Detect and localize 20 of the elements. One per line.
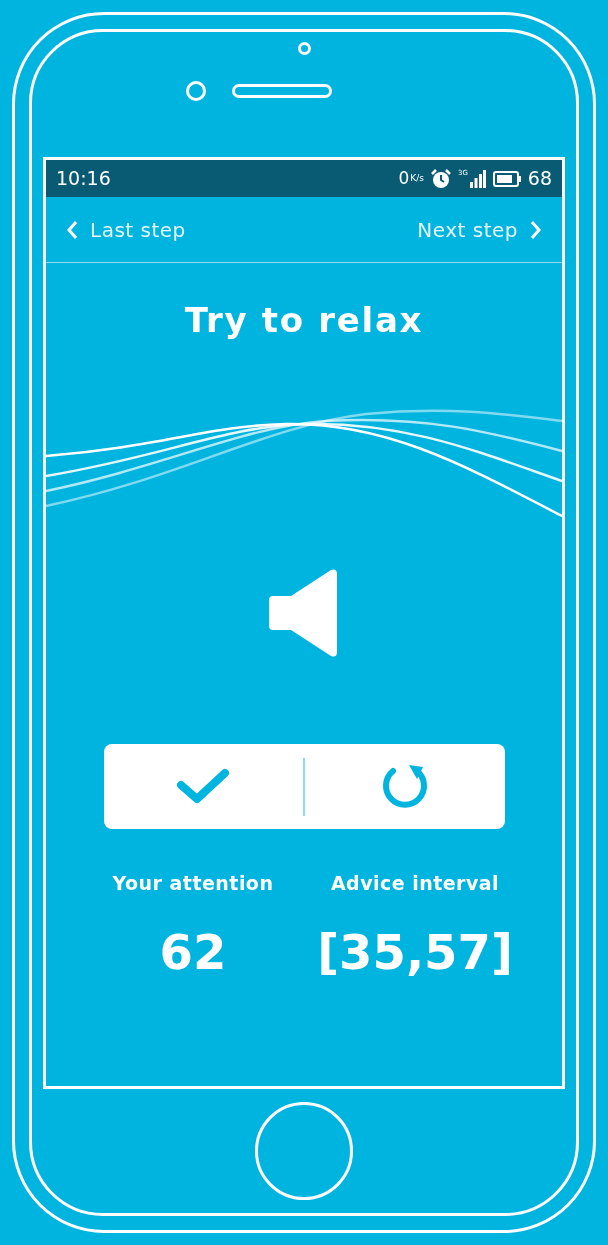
speed-unit: K/s xyxy=(410,171,424,185)
stat-value: 62 xyxy=(159,922,227,982)
battery-level: 68 xyxy=(527,166,552,192)
alarm-icon xyxy=(430,168,451,189)
network-speed: 0 xyxy=(398,166,410,190)
last-step-link[interactable]: Last step xyxy=(66,214,186,245)
sensor-icon xyxy=(186,81,206,101)
chevron-left-icon xyxy=(66,219,78,240)
camera-icon xyxy=(297,42,311,55)
stat-value: [35,57] xyxy=(317,922,513,982)
home-button[interactable] xyxy=(255,1102,353,1200)
status-time: 10:16 xyxy=(56,166,111,192)
stat-label: Advice interval xyxy=(330,871,500,896)
stat-label: Your attention xyxy=(112,871,274,896)
chevron-right-icon xyxy=(530,219,542,240)
battery-icon xyxy=(492,170,521,187)
next-step-link[interactable]: Next step xyxy=(417,214,542,245)
signal-icon xyxy=(469,169,486,188)
speaker-icon[interactable] xyxy=(269,568,339,658)
screen-title: Try to relax xyxy=(183,299,425,342)
